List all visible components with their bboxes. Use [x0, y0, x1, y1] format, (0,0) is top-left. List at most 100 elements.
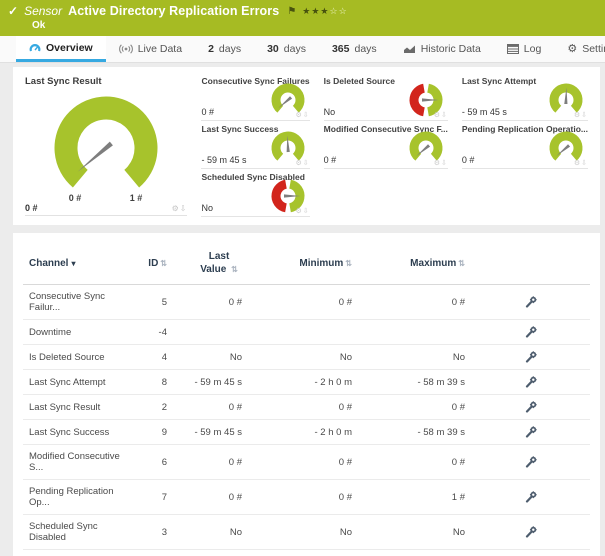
cell-last-value: 0 #	[173, 444, 248, 480]
cell-id: 2	[135, 394, 173, 420]
tab-bar: Overview Live Data 2 days 30 days 365 da…	[0, 36, 605, 63]
channel-settings-button[interactable]	[471, 369, 590, 395]
cell-maximum: 0 #	[358, 284, 471, 320]
tab-log[interactable]: Log	[494, 36, 555, 62]
cell-minimum: No	[248, 344, 358, 370]
tab-settings[interactable]: ⚙ Settings	[554, 36, 605, 62]
mini-gauge-value: - 59 m 45 s	[201, 155, 247, 165]
priority-stars[interactable]: ★★★☆☆	[302, 6, 347, 17]
cell-maximum: 0 #	[358, 444, 471, 480]
tab-historic-data[interactable]: Historic Data	[390, 36, 494, 62]
channel-settings-button[interactable]	[471, 444, 590, 480]
wrench-icon	[525, 426, 537, 438]
gauge-pin-icon[interactable]: ⇩	[441, 160, 448, 167]
cell-channel: Pending Replication Op...	[23, 479, 135, 515]
stars-filled[interactable]: ★★★	[302, 6, 329, 16]
mini-gauges-grid: Consecutive Sync Failures 0 # ⚙⇩ Is Dele…	[201, 76, 588, 217]
gauge-settings-icon[interactable]: ⚙	[296, 208, 303, 215]
priority-flag-icon[interactable]: ⚑	[287, 6, 296, 17]
channel-settings-button[interactable]	[471, 284, 590, 320]
tab-30-days-num: 30	[267, 43, 279, 55]
channel-settings-button[interactable]	[471, 394, 590, 420]
sensor-status: Ok	[32, 20, 46, 31]
gauge-settings-icon[interactable]: ⚙	[434, 112, 441, 119]
mini-gauge-last-sync-attempt: Last Sync Attempt - 59 m 45 s ⚙⇩	[461, 76, 588, 121]
cell-channel: Last Sync Result	[23, 394, 135, 420]
column-header-channel-label: Channel	[29, 258, 69, 269]
cell-id: 5	[135, 284, 173, 320]
cell-minimum: 0 #	[248, 479, 358, 515]
tab-settings-label: Settings	[582, 43, 605, 55]
channel-settings-button[interactable]	[471, 479, 590, 515]
cell-last-value: - 59 m 45 s	[173, 369, 248, 395]
tab-overview[interactable]: Overview	[16, 36, 106, 62]
cell-last-value: - 59 m 45 s	[173, 419, 248, 445]
cell-channel: Scheduled Sync Disabled	[23, 514, 135, 550]
wrench-icon	[525, 401, 537, 413]
gauge-pin-icon[interactable]: ⇩	[581, 160, 588, 167]
tab-2-days[interactable]: 2 days	[195, 36, 254, 62]
gauge-pin-icon[interactable]: ⇩	[180, 204, 188, 213]
wrench-icon	[525, 376, 537, 388]
main-gauge-value: 0 #	[25, 203, 38, 213]
column-header-maximum[interactable]: Maximum ⇅	[358, 241, 471, 285]
column-header-id[interactable]: ID ⇅	[135, 241, 173, 285]
wrench-icon	[525, 296, 537, 308]
sensor-header: ✓ Sensor Active Directory Replication Er…	[0, 0, 605, 36]
tab-365-days[interactable]: 365 days	[319, 36, 390, 62]
tab-historic-data-label: Historic Data	[420, 43, 481, 55]
table-header-row: Channel ▾ ID ⇅ Last Value ⇅ Minimum ⇅ Maxim…	[23, 241, 590, 285]
table-row: Modified Consecutive S... 6 0 # 0 # 0 #	[23, 444, 590, 480]
channel-settings-button[interactable]	[471, 319, 590, 345]
table-row: Last Sync Success 9 - 59 m 45 s - 2 h 0 …	[23, 419, 590, 445]
table-row: Is Deleted Source 4 No No No	[23, 344, 590, 370]
cell-id: 6	[135, 444, 173, 480]
tab-30-days[interactable]: 30 days	[254, 36, 319, 62]
mini-gauge-value: 0 #	[461, 155, 475, 165]
cell-channel: Last Sync Attempt	[23, 369, 135, 395]
gauge-settings-icon[interactable]: ⚙	[434, 160, 441, 167]
sort-icon: ⇅	[231, 264, 238, 274]
cell-minimum: - 2 h 0 m	[248, 369, 358, 395]
cell-maximum: No	[358, 514, 471, 550]
cell-minimum: 0 #	[248, 394, 358, 420]
gauge-settings-icon[interactable]: ⚙	[296, 160, 303, 167]
gauges-panel: Last Sync Result 0 # 1 # 0 # ⚙⇩ Consecut…	[13, 67, 600, 225]
table-row: Pending Replication Op... 7 0 # 0 # 1 #	[23, 479, 590, 515]
column-header-last-value-label: Last Value	[200, 251, 230, 275]
wrench-icon	[525, 526, 537, 538]
tab-365-days-num: 365	[331, 43, 350, 55]
wrench-icon	[525, 456, 537, 468]
cell-last-value: 0 #	[173, 479, 248, 515]
cell-last-value: No	[173, 514, 248, 550]
column-header-last-value[interactable]: Last Value ⇅	[173, 241, 248, 285]
channels-table: Channel ▾ ID ⇅ Last Value ⇅ Minimum ⇅ Maxim…	[23, 241, 590, 550]
column-header-minimum[interactable]: Minimum ⇅	[248, 241, 358, 285]
gauge-pin-icon[interactable]: ⇩	[303, 208, 310, 215]
column-header-minimum-label: Minimum	[299, 258, 344, 269]
table-row: Downtime -4	[23, 319, 590, 345]
gauge-pin-icon[interactable]: ⇩	[303, 112, 310, 119]
mini-gauge-value: - 59 m 45 s	[461, 107, 507, 117]
channel-settings-button[interactable]	[471, 514, 590, 550]
historic-data-icon	[403, 45, 415, 53]
gauge-pin-icon[interactable]: ⇩	[303, 160, 310, 167]
stars-empty[interactable]: ☆☆	[330, 6, 348, 16]
gauge-settings-icon[interactable]: ⚙	[296, 112, 303, 119]
channel-settings-button[interactable]	[471, 344, 590, 370]
gauge-pin-icon[interactable]: ⇩	[441, 112, 448, 119]
cell-channel: Consecutive Sync Failur...	[23, 284, 135, 320]
mini-gauge-modified-consecutive-sync-failures: Modified Consecutive Sync F... 0 # ⚙⇩	[323, 124, 448, 169]
sort-desc-icon: ▾	[71, 259, 76, 268]
gauge-pin-icon[interactable]: ⇩	[581, 112, 588, 119]
main-gauge: 0 # 1 #	[54, 96, 158, 203]
cell-minimum: No	[248, 514, 358, 550]
channel-settings-button[interactable]	[471, 419, 590, 445]
cell-id: 8	[135, 369, 173, 395]
gauge-settings-icon[interactable]: ⚙	[172, 204, 180, 213]
tab-live-data[interactable]: Live Data	[106, 36, 195, 62]
column-header-channel[interactable]: Channel ▾	[23, 241, 135, 285]
log-icon	[506, 44, 519, 54]
settings-gear-icon: ⚙	[567, 42, 578, 55]
cell-channel: Is Deleted Source	[23, 344, 135, 370]
